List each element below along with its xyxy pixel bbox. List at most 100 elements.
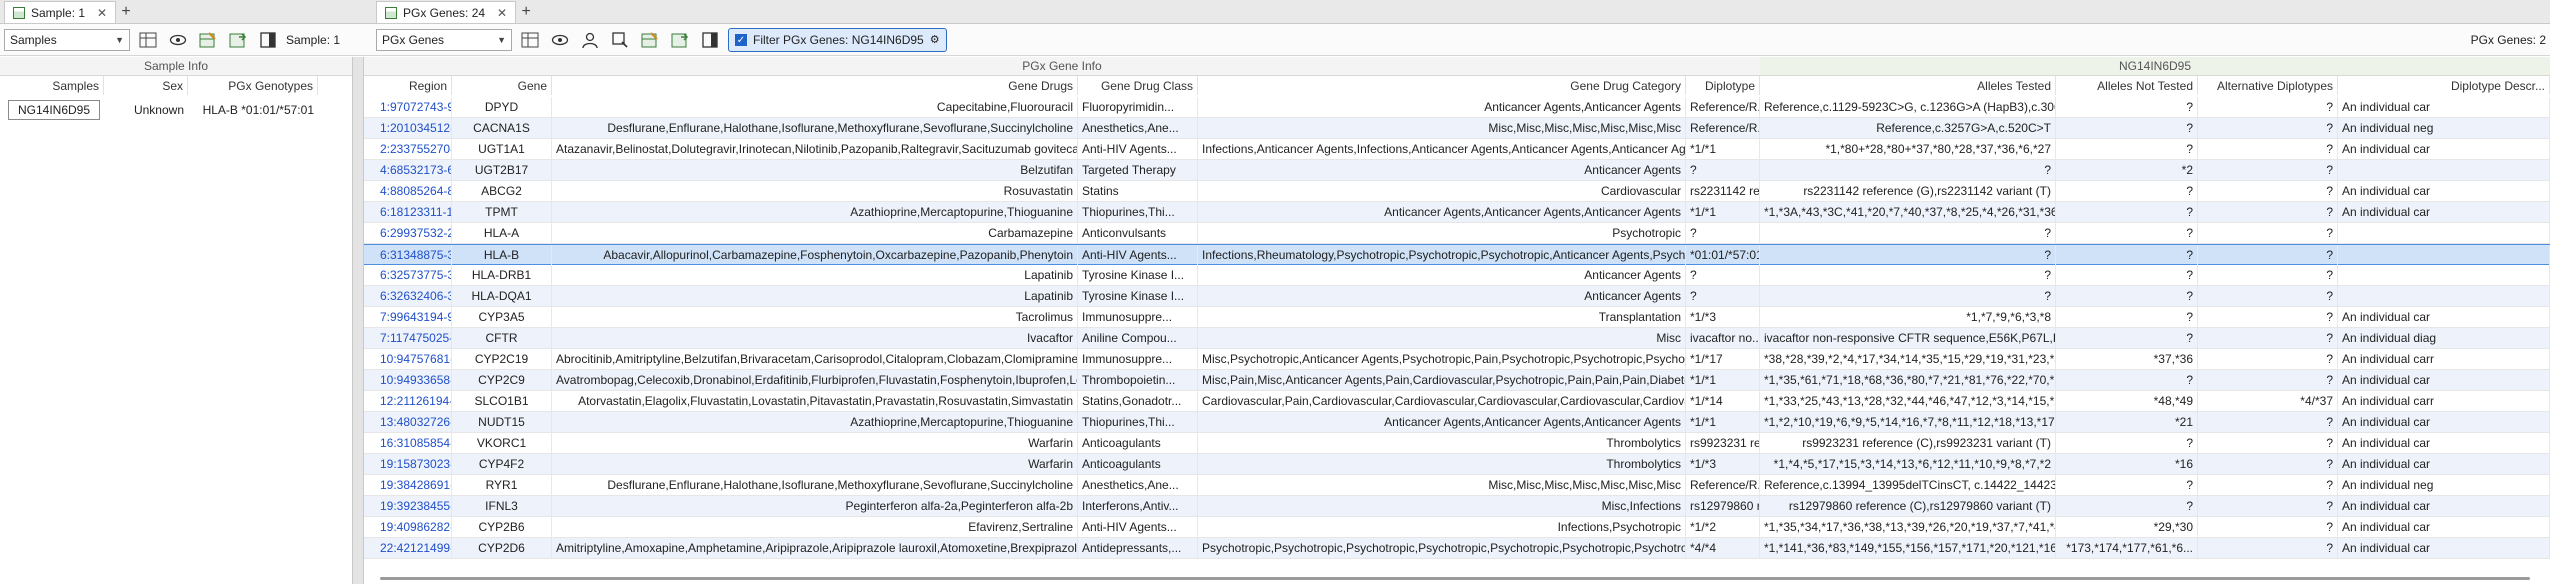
col-header-region[interactable]: Region (376, 76, 452, 95)
edit-table-button[interactable] (638, 28, 662, 52)
cell-region[interactable]: 6:32573775-3... (376, 265, 452, 285)
table-row[interactable]: 4:88085264-8...ABCG2RosuvastatinStatinsC… (364, 181, 2550, 202)
cell-region[interactable]: 7:99643194-9... (376, 307, 452, 327)
table-row[interactable]: 19:38428691-...RYR1Desflurane,Enflurane,… (364, 475, 2550, 496)
col-header-gene-drug-category[interactable]: Gene Drug Category (1198, 76, 1686, 95)
cell-region[interactable]: 6:32632406-3... (376, 286, 452, 306)
table-row[interactable]: 2:233755270-...UGT1A1Atazanavir,Belinost… (364, 139, 2550, 160)
cell-gene: IFNL3 (452, 496, 552, 516)
table-row[interactable]: 6:31348875-3...HLA-BAbacavir,Allopurinol… (364, 244, 2550, 265)
table-row[interactable]: 19:15873023-...CYP4F2WarfarinAnticoagula… (364, 454, 2550, 475)
cell-alternative-diplotypes: ? (2198, 286, 2338, 306)
cell-alleles-not-tested: *2 (2056, 160, 2198, 180)
cell-region[interactable]: 6:29937532-2... (376, 223, 452, 243)
table-row[interactable]: 10:94933658-...CYP2C9Avatrombopag,Celeco… (364, 370, 2550, 391)
cell-gene-drug-class: Immunosuppre... (1078, 349, 1198, 369)
panel-splitter[interactable] (352, 57, 364, 584)
cell-region[interactable]: 4:88085264-8... (376, 181, 452, 201)
cell-region[interactable]: 12:21126194-... (376, 391, 452, 411)
cell-region[interactable]: 1:97072743-9... (376, 97, 452, 117)
cell-region[interactable]: 22:42121499-... (376, 538, 452, 558)
col-header-gene-drugs[interactable]: Gene Drugs (552, 76, 1078, 95)
cell-alleles-not-tested: ? (2056, 370, 2198, 390)
table-row[interactable]: 12:21126194-...SLCO1B1Atorvastatin,Elago… (364, 391, 2550, 412)
cell-diplotype: Reference/R... (1686, 97, 1760, 117)
table-row[interactable]: 7:99643194-9...CYP3A5TacrolimusImmunosup… (364, 307, 2550, 328)
cell-alleles-tested: *38,*28,*39,*2,*4,*17,*34,*14,*35,*15,*2… (1760, 349, 2056, 369)
cell-alleles-tested: *1,*3A,*43,*3C,*41,*20,*7,*40,*37,*8,*25… (1760, 202, 2056, 222)
export-button[interactable] (668, 28, 692, 52)
cell-region[interactable]: 6:31348875-3... (376, 245, 452, 265)
table-row[interactable]: 16:31085854-...VKORC1WarfarinAnticoagula… (364, 433, 2550, 454)
cell-region[interactable]: 10:94933658-... (376, 370, 452, 390)
table-row[interactable]: 6:32632406-3...HLA-DQA1LapatinibTyrosine… (364, 286, 2550, 307)
table-row[interactable]: 19:40986282-...CYP2B6Efavirenz,Sertralin… (364, 517, 2550, 538)
col-header-alternative-diplotypes[interactable]: Alternative Diplotypes (2198, 76, 2338, 95)
cell-region[interactable]: 19:39238455-... (376, 496, 452, 516)
cell-gene-drug-class: Interferons,Antiv... (1078, 496, 1198, 516)
export-button[interactable] (226, 28, 250, 52)
table-row[interactable]: 19:39238455-...IFNL3Peginterferon alfa-2… (364, 496, 2550, 517)
col-header-gene-drug-class[interactable]: Gene Drug Class (1078, 76, 1198, 95)
add-tab-button[interactable]: + (516, 1, 536, 23)
cell-region[interactable]: 10:94757681-... (376, 349, 452, 369)
horizontal-scrollbar[interactable] (380, 577, 2530, 580)
table-row[interactable]: 7:117475025-...CFTRIvacaftorAniline Comp… (364, 328, 2550, 349)
add-tab-button[interactable]: + (116, 1, 136, 23)
cell-region[interactable]: 19:15873023-... (376, 454, 452, 474)
close-icon[interactable]: ✕ (497, 6, 507, 20)
cell-region[interactable]: 19:38428691-... (376, 475, 452, 495)
tab-pgx-genes[interactable]: PGx Genes: 24 ✕ (376, 1, 517, 23)
table-row[interactable]: 1:97072743-9...DPYDCapecitabine,Fluorour… (364, 97, 2550, 118)
col-header-samples[interactable]: Samples (0, 76, 104, 95)
tab-sample[interactable]: Sample: 1 ✕ (4, 1, 117, 23)
grid-settings-button[interactable] (518, 28, 542, 52)
grid-settings-button[interactable] (136, 28, 160, 52)
cell-region[interactable]: 7:117475025-... (376, 328, 452, 348)
table-row[interactable]: 22:42121499-...CYP2D6Amitriptyline,Amoxa… (364, 538, 2550, 559)
cell-gene: HLA-DRB1 (452, 265, 552, 285)
cell-gene-drug-class: Thiopurines,Thi... (1078, 202, 1198, 222)
cell-gene-drugs: Efavirenz,Sertraline (552, 517, 1078, 537)
col-header-diplotype-description[interactable]: Diplotype Descr... (2338, 76, 2550, 95)
cell-gene-drugs: Avatrombopag,Celecoxib,Dronabinol,Erdafi… (552, 370, 1078, 390)
table-row[interactable]: 13:48032726-...NUDT15Azathioprine,Mercap… (364, 412, 2550, 433)
visibility-button[interactable] (166, 28, 190, 52)
panel-toggle-button[interactable] (256, 28, 280, 52)
cell-region[interactable]: 16:31085854-... (376, 433, 452, 453)
col-header-alleles-tested[interactable]: Alleles Tested (1760, 76, 2056, 95)
col-header-diplotype[interactable]: Diplotype (1686, 76, 1760, 95)
cell-region[interactable]: 2:233755270-... (376, 139, 452, 159)
search-button[interactable] (608, 28, 632, 52)
visibility-button[interactable] (548, 28, 572, 52)
close-icon[interactable]: ✕ (97, 6, 107, 20)
cell-region[interactable]: 1:201034512-... (376, 118, 452, 138)
filter-pgx-genes-toggle[interactable]: ✓ Filter PGx Genes: NG14IN6D95 ⚙ (728, 27, 947, 52)
table-row[interactable]: 1:201034512-...CACNA1SDesflurane,Enflura… (364, 118, 2550, 139)
cell-gene-drug-class: Thrombopoietin... (1078, 370, 1198, 390)
col-header-gene[interactable]: Gene (452, 76, 552, 95)
table-row[interactable]: 6:18123311-1...TPMTAzathioprine,Mercapto… (364, 202, 2550, 223)
table-row[interactable]: 6:32573775-3...HLA-DRB1LapatinibTyrosine… (364, 265, 2550, 286)
cell-alternative-diplotypes: ? (2198, 202, 2338, 222)
table-row[interactable]: 10:94757681-...CYP2C19Abrocitinib,Amitri… (364, 349, 2550, 370)
col-header-sex[interactable]: Sex (104, 76, 188, 95)
table-row[interactable]: 4:68532173-6...UGT2B17BelzutifanTargeted… (364, 160, 2550, 181)
pgx-genes-select[interactable]: PGx Genes ▼ (376, 28, 512, 51)
cell-region[interactable]: 4:68532173-6... (376, 160, 452, 180)
cell-alleles-not-tested: ? (2056, 181, 2198, 201)
user-button[interactable] (578, 28, 602, 52)
cell-region[interactable]: 6:18123311-1... (376, 202, 452, 222)
cell-diplotype: ? (1686, 265, 1760, 285)
cell-alleles-not-tested: *21 (2056, 412, 2198, 432)
col-header-alleles-not-tested[interactable]: Alleles Not Tested (2056, 76, 2198, 95)
panel-toggle-button[interactable] (698, 28, 722, 52)
cell-region[interactable]: 13:48032726-... (376, 412, 452, 432)
table-row[interactable]: 6:29937532-2...HLA-ACarbamazepineAnticon… (364, 223, 2550, 244)
cell-diplotype: rs2231142 ref... (1686, 181, 1760, 201)
samples-select[interactable]: Samples ▼ (4, 28, 130, 51)
col-header-genotypes[interactable]: PGx Genotypes (188, 76, 318, 95)
cell-region[interactable]: 19:40986282-... (376, 517, 452, 537)
sample-id-cell[interactable]: NG14IN6D95 (8, 100, 100, 120)
edit-table-button[interactable] (196, 28, 220, 52)
